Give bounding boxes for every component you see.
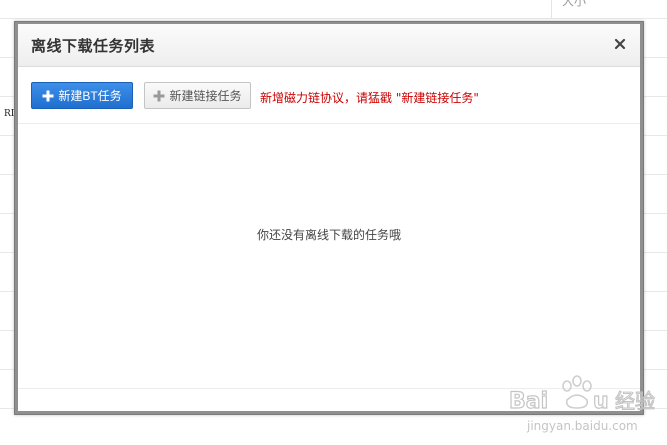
plus-icon — [42, 90, 54, 101]
empty-message: 你还没有离线下载的任务哦 — [256, 228, 401, 242]
baidu-jingyan-watermark: Bai u 经验 jingyan.baidu.com — [508, 375, 656, 433]
watermark-brand: Bai — [509, 389, 548, 414]
watermark-site: 经验 — [615, 389, 655, 413]
dialog-body: 离线下载任务列表 新建BT任务 新建链接任务 新增磁力链协议，请猛戳 "新建链接… — [18, 24, 640, 411]
background-column-separator — [551, 0, 552, 18]
new-link-task-label: 新建链接任务 — [169, 89, 242, 103]
background-size-header: 大小 — [562, 0, 587, 8]
watermark-url: jingyan.baidu.com — [526, 419, 638, 433]
page: 大小 RI 离线下载任务列表 新建BT任务 新建链接任务 新增磁力链协议，请猛戳… — [0, 0, 667, 445]
close-icon — [614, 38, 626, 50]
new-bt-task-label: 新建BT任务 — [58, 89, 122, 103]
new-link-task-button[interactable]: 新建链接任务 — [144, 82, 251, 109]
offline-download-dialog: 离线下载任务列表 新建BT任务 新建链接任务 新增磁力链协议，请猛戳 "新建链接… — [14, 21, 644, 415]
plus-icon — [153, 90, 165, 101]
dialog-close-button[interactable] — [610, 34, 630, 54]
dialog-header: 离线下载任务列表 — [18, 24, 640, 67]
new-bt-task-button[interactable]: 新建BT任务 — [31, 82, 133, 109]
background-row-text: RI — [4, 109, 15, 119]
watermark-brand-suffix: u — [593, 389, 609, 414]
background-row-divider — [0, 18, 667, 19]
magnet-link-notice: 新增磁力链协议，请猛戳 "新建链接任务" — [260, 91, 479, 105]
dialog-toolbar: 新建BT任务 新建链接任务 新增磁力链协议，请猛戳 "新建链接任务" — [18, 67, 640, 124]
dialog-title: 离线下载任务列表 — [31, 37, 156, 55]
task-list-empty-state: 你还没有离线下载的任务哦 — [18, 124, 640, 389]
